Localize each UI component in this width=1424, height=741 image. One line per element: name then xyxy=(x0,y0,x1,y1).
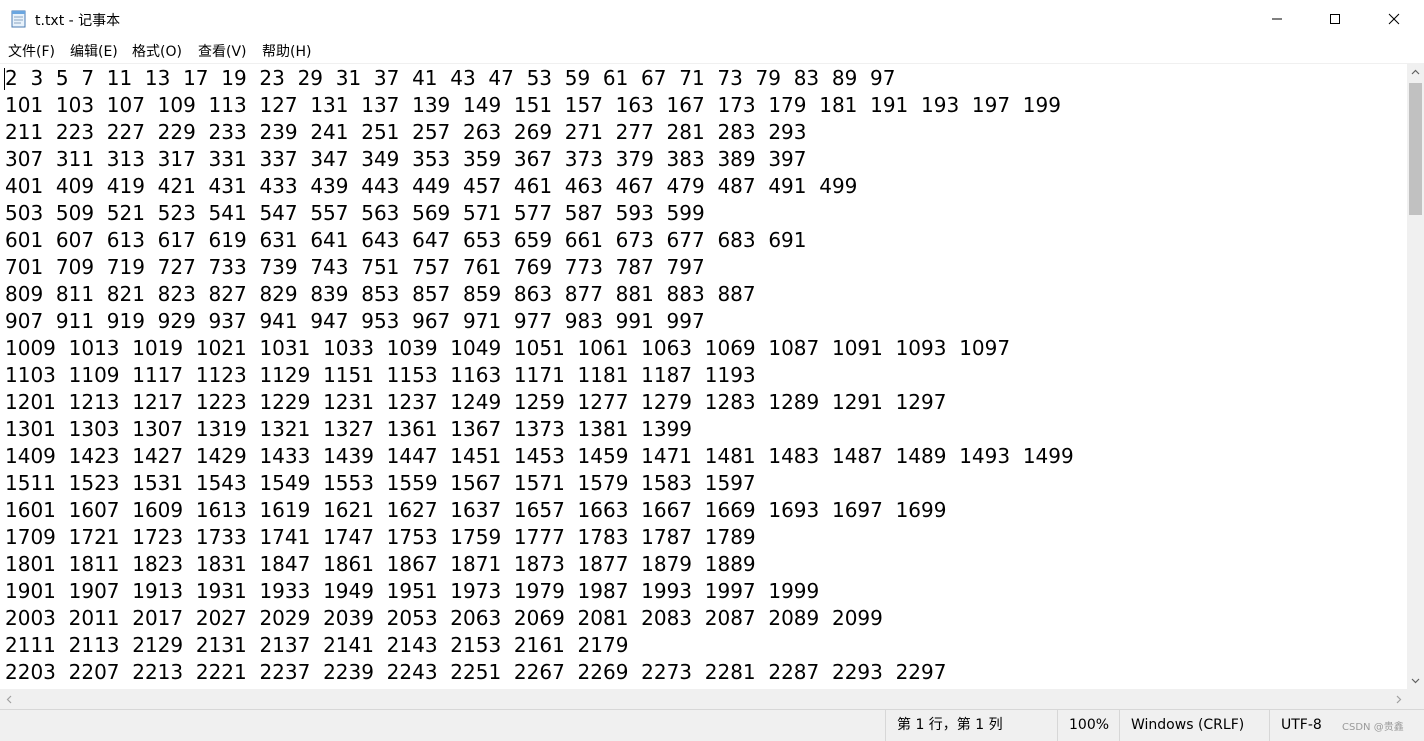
menu-view[interactable]: 查看(V) xyxy=(198,41,247,61)
chevron-right-icon xyxy=(1396,695,1401,703)
text-line: 1103 1109 1117 1123 1129 1151 1153 1163 … xyxy=(5,363,756,387)
notepad-icon xyxy=(11,10,26,28)
text-editor[interactable]: 2 3 5 7 11 13 17 19 23 29 31 37 41 43 47… xyxy=(0,63,1407,690)
text-line: 701 709 719 727 733 739 743 751 757 761 … xyxy=(5,255,705,279)
text-line: 307 311 313 317 331 337 347 349 353 359 … xyxy=(5,147,807,171)
scroll-right-button[interactable] xyxy=(1390,689,1407,709)
encoding-text: UTF-8 xyxy=(1281,717,1322,733)
status-zoom: 100% xyxy=(1057,710,1120,741)
menu-file[interactable]: 文件(F) xyxy=(8,41,55,61)
scrollbar-corner xyxy=(1407,689,1424,709)
status-bar: 第 1 行，第 1 列 100% Windows (CRLF) UTF-8 xyxy=(0,709,1424,741)
text-line: 503 509 521 523 541 547 557 563 569 571 … xyxy=(5,201,705,225)
text-line: 907 911 919 929 937 941 947 953 967 971 … xyxy=(5,309,705,333)
text-line: 1409 1423 1427 1429 1433 1439 1447 1451 … xyxy=(5,444,1074,468)
minimize-icon xyxy=(1272,18,1282,20)
status-line-ending: Windows (CRLF) xyxy=(1119,710,1270,741)
chevron-up-icon xyxy=(1411,69,1420,74)
text-line: 2003 2011 2017 2027 2029 2039 2053 2063 … xyxy=(5,606,883,630)
window-title: t.txt - 记事本 xyxy=(35,13,121,29)
text-line: 211 223 227 229 233 239 241 251 257 263 … xyxy=(5,120,807,144)
maximize-icon xyxy=(1330,14,1340,24)
horizontal-scrollbar[interactable] xyxy=(0,689,1407,709)
text-line: 1801 1811 1823 1831 1847 1861 1867 1871 … xyxy=(5,552,756,576)
vertical-scroll-thumb[interactable] xyxy=(1409,83,1422,215)
title-bar[interactable]: t.txt - 记事本 xyxy=(0,0,1424,38)
chevron-down-icon xyxy=(1411,678,1420,683)
editor-content[interactable]: 2 3 5 7 11 13 17 19 23 29 31 37 41 43 47… xyxy=(5,65,1074,686)
text-line: 1009 1013 1019 1021 1031 1033 1039 1049 … xyxy=(5,336,1011,360)
line-ending-text: Windows (CRLF) xyxy=(1131,717,1245,733)
text-line: 1201 1213 1217 1223 1229 1231 1237 1249 … xyxy=(5,390,947,414)
menu-help[interactable]: 帮助(H) xyxy=(262,41,311,61)
watermark-text: CSDN @贵鑫 xyxy=(1342,722,1404,733)
text-line: 1301 1303 1307 1319 1321 1327 1361 1367 … xyxy=(5,417,693,441)
chevron-left-icon xyxy=(6,695,11,703)
text-line: 2111 2113 2129 2131 2137 2141 2143 2153 … xyxy=(5,633,629,657)
scroll-left-button[interactable] xyxy=(0,689,17,709)
text-line: 1511 1523 1531 1543 1549 1553 1559 1567 … xyxy=(5,471,756,495)
text-line: 101 103 107 109 113 127 131 137 139 149 … xyxy=(5,93,1061,117)
maximize-button[interactable] xyxy=(1306,0,1364,38)
zoom-text: 100% xyxy=(1069,717,1110,733)
menu-bar: 文件(F) 编辑(E) 格式(O) 查看(V) 帮助(H) xyxy=(0,38,1424,63)
text-line: 2 3 5 7 11 13 17 19 23 29 31 37 41 43 47… xyxy=(5,66,896,90)
text-line: 2203 2207 2213 2221 2237 2239 2243 2251 … xyxy=(5,660,947,684)
cursor-position-text: 第 1 行，第 1 列 xyxy=(897,717,1003,733)
minimize-button[interactable] xyxy=(1248,0,1306,38)
vertical-scrollbar[interactable] xyxy=(1407,63,1424,689)
close-button[interactable] xyxy=(1364,0,1424,38)
menu-edit[interactable]: 编辑(E) xyxy=(70,41,118,61)
text-line: 809 811 821 823 827 829 839 853 857 859 … xyxy=(5,282,756,306)
status-cursor-position: 第 1 行，第 1 列 xyxy=(885,710,1057,741)
menu-format[interactable]: 格式(O) xyxy=(132,41,182,61)
close-icon xyxy=(1388,13,1400,25)
scroll-down-button[interactable] xyxy=(1407,672,1424,689)
text-line: 1901 1907 1913 1931 1933 1949 1951 1973 … xyxy=(5,579,820,603)
notepad-window: t.txt - 记事本 文件(F) 编辑(E) 格式(O) 查看(V) 帮助(H… xyxy=(0,0,1424,741)
text-line: 1709 1721 1723 1733 1741 1747 1753 1759 … xyxy=(5,525,756,549)
text-line: 1601 1607 1609 1613 1619 1621 1627 1637 … xyxy=(5,498,947,522)
text-line: 401 409 419 421 431 433 439 443 449 457 … xyxy=(5,174,858,198)
scroll-up-button[interactable] xyxy=(1407,63,1424,80)
text-line: 601 607 613 617 619 631 641 643 647 653 … xyxy=(5,228,807,252)
